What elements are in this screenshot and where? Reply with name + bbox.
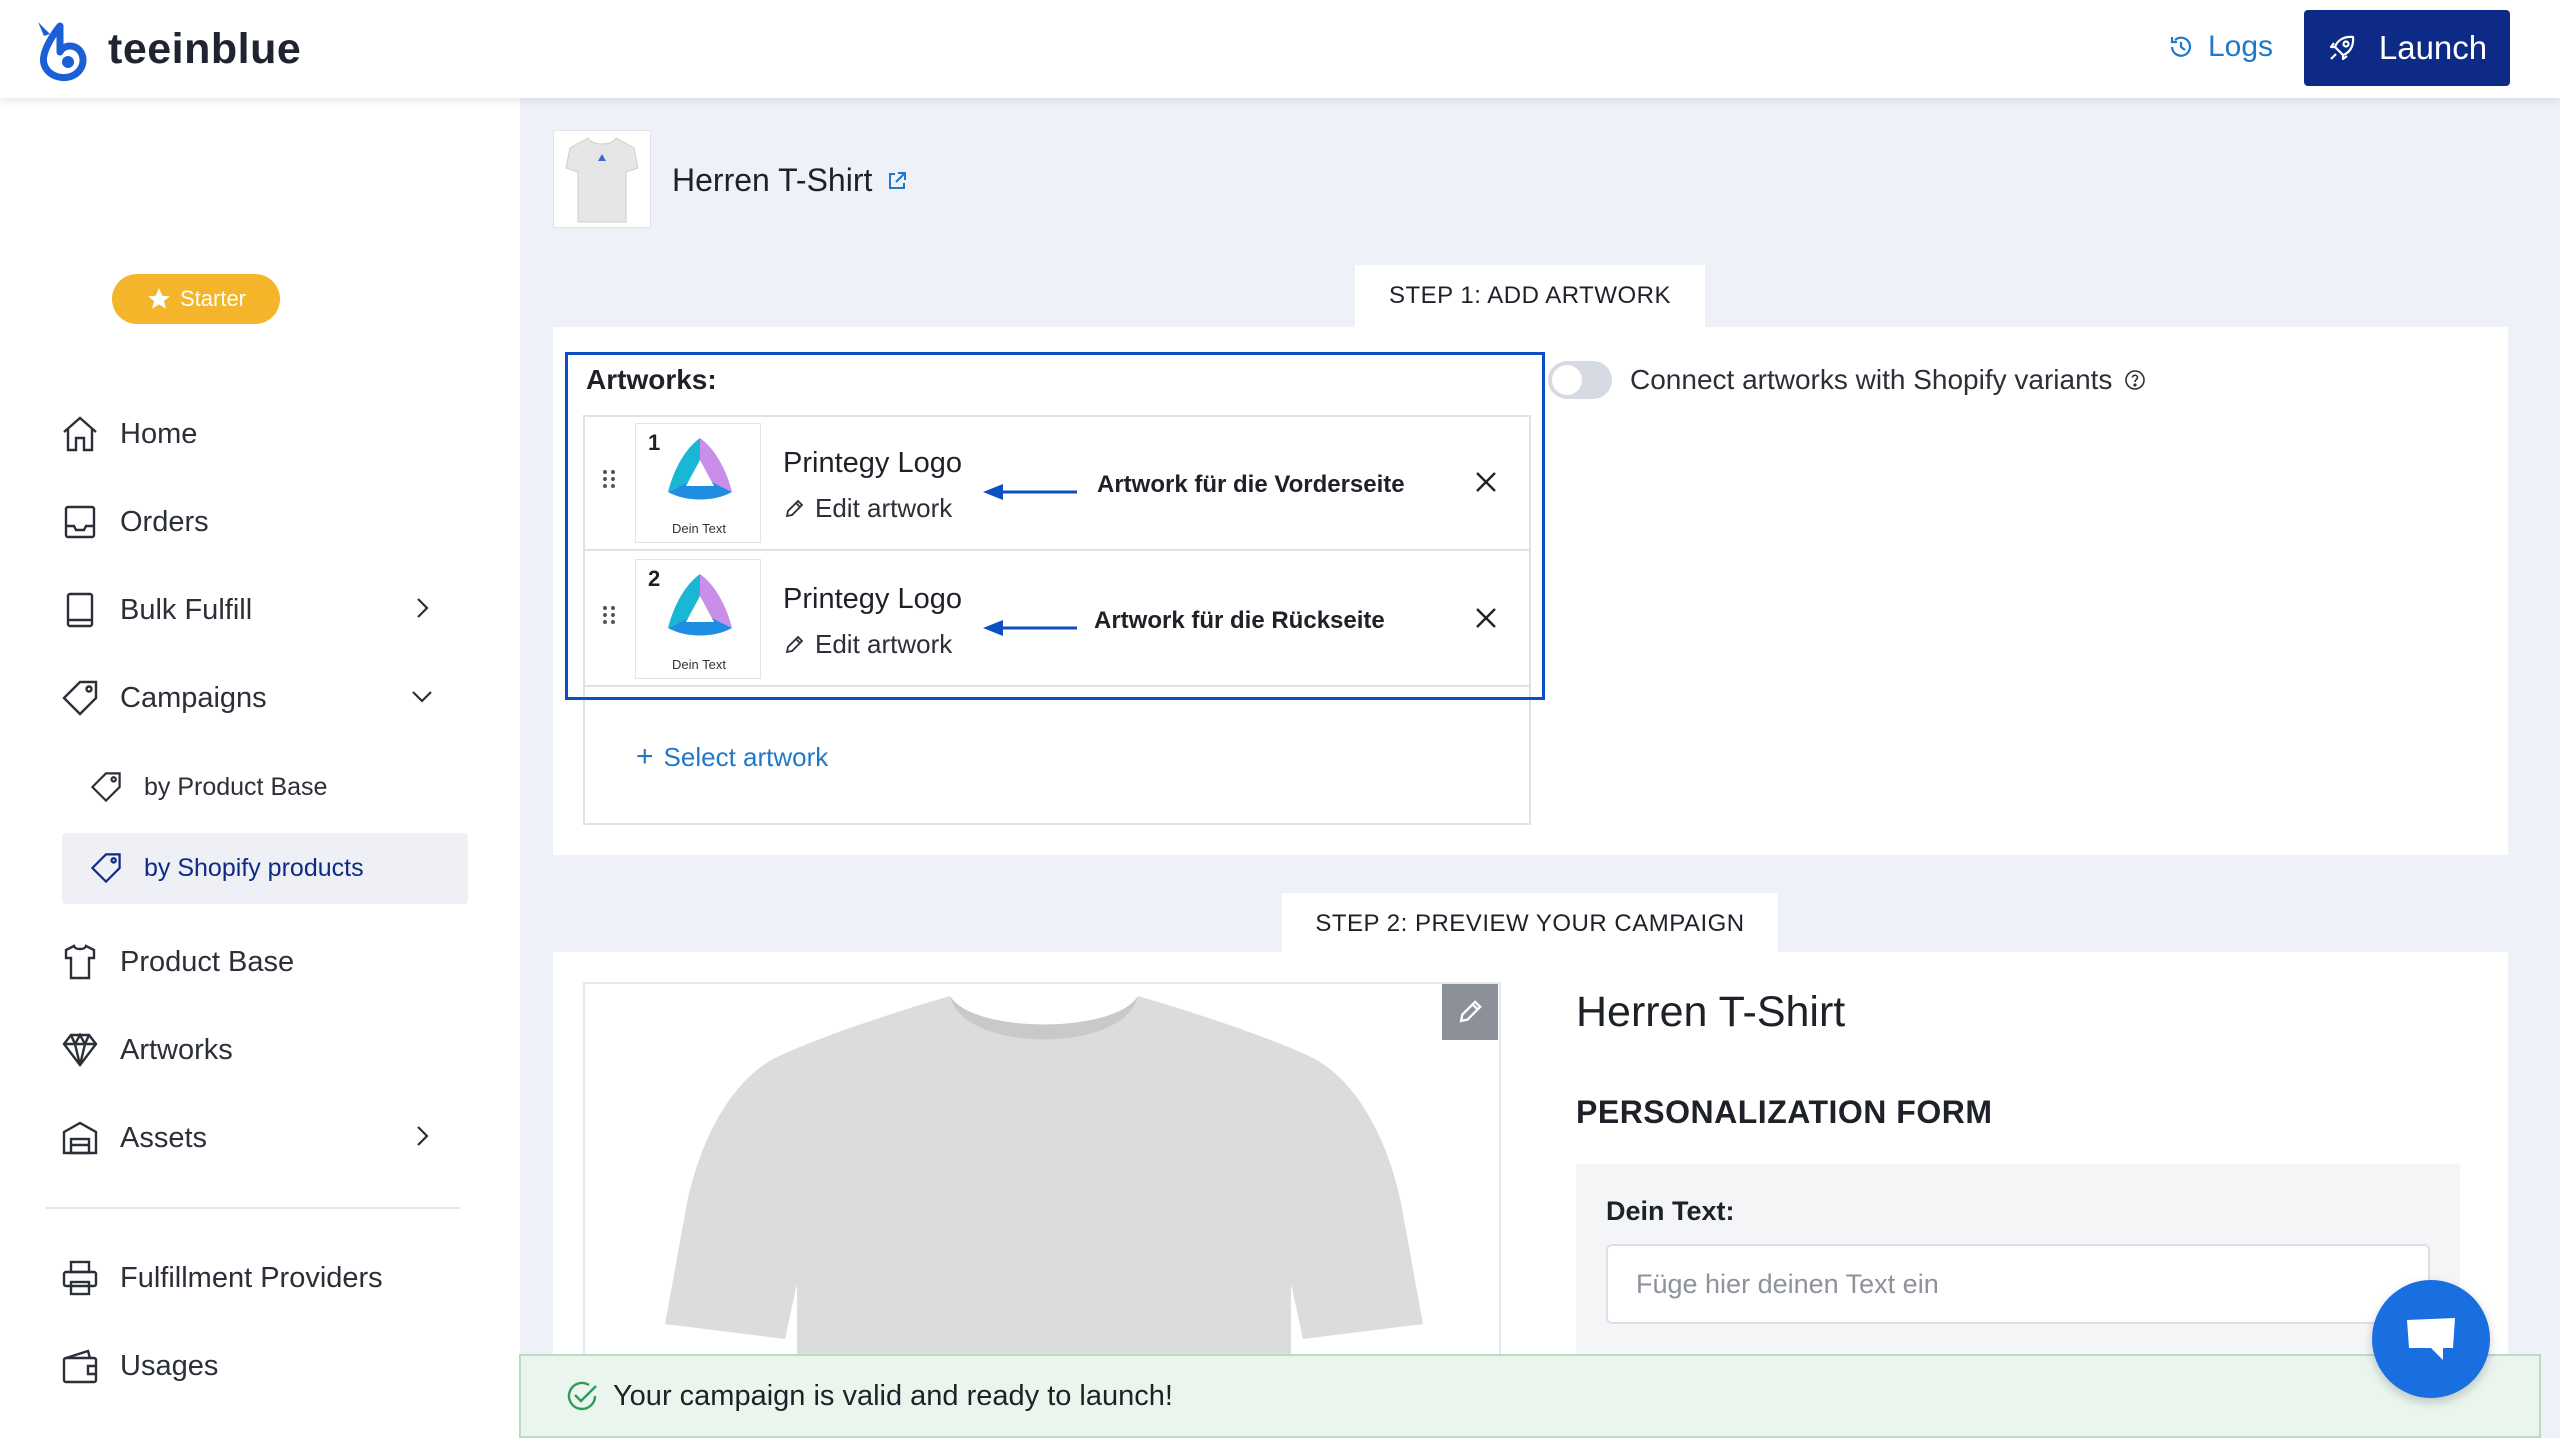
plan-badge-label: Starter xyxy=(179,286,247,311)
top-bar: teeinblue Logs Launch xyxy=(0,0,2560,98)
book-icon xyxy=(66,592,94,628)
shirt-icon xyxy=(64,944,96,980)
sidebar-item-bulk-fulfill[interactable]: Bulk Fulfill xyxy=(58,582,252,638)
product-thumbnail[interactable] xyxy=(553,130,651,228)
tag-icon xyxy=(62,680,98,716)
teeinblue-logo-icon xyxy=(38,22,87,82)
chevron-right-icon[interactable] xyxy=(408,1122,436,1150)
diamond-icon xyxy=(62,1032,98,1067)
sidebar-item-label: Usages xyxy=(120,1349,219,1382)
sidebar-item-label: Bulk Fulfill xyxy=(120,593,253,626)
connect-variants-text: Connect artworks with Shopify variants xyxy=(1630,364,2113,395)
wallet-icon xyxy=(62,1349,98,1384)
chat-support-button[interactable] xyxy=(2372,1280,2490,1398)
help-icon[interactable] xyxy=(2124,369,2146,391)
sidebar-item-fulfillment-providers[interactable]: Fulfillment Providers xyxy=(58,1250,383,1306)
select-artwork-label: Select artwork xyxy=(663,741,829,772)
artworks-label: Artworks: xyxy=(586,364,717,395)
sidebar-item-by-shopify-products[interactable]: by Shopify products xyxy=(86,843,364,893)
connect-variants-toggle[interactable] xyxy=(1548,361,1612,399)
sidebar-item-label: Fulfillment Providers xyxy=(120,1261,383,1294)
sidebar-item-label: Campaigns xyxy=(120,681,267,714)
warehouse-icon xyxy=(62,1121,98,1155)
preview-edit-button[interactable] xyxy=(1442,984,1498,1040)
dein-text-input[interactable] xyxy=(1606,1244,2430,1324)
step-1-tab: STEP 1: ADD ARTWORK xyxy=(1355,265,1705,327)
sidebar-item-assets[interactable]: Assets xyxy=(58,1110,207,1166)
sidebar-item-orders[interactable]: Orders xyxy=(58,494,209,550)
sidebar-item-label: by Product Base xyxy=(144,772,328,801)
sidebar-item-campaigns[interactable]: Campaigns xyxy=(58,670,267,726)
rocket-icon xyxy=(2329,35,2355,61)
sidebar-item-product-base[interactable]: Product Base xyxy=(58,934,294,990)
launch-label: Launch xyxy=(2378,29,2488,66)
step-2-label: STEP 2: PREVIEW YOUR CAMPAIGN xyxy=(1315,910,1745,937)
home-icon xyxy=(63,416,97,452)
tag-icon xyxy=(90,772,121,803)
plus-icon: + xyxy=(636,740,654,773)
tshirt-preview-image xyxy=(665,996,1423,1400)
product-title[interactable]: Herren T-Shirt xyxy=(672,162,908,199)
select-artwork-button[interactable]: + Select artwork xyxy=(636,740,828,774)
launch-button[interactable]: Launch xyxy=(2304,10,2510,86)
sidebar-item-label: Artworks xyxy=(120,1033,233,1066)
product-preview-image[interactable] xyxy=(583,982,1501,1402)
history-icon xyxy=(2170,36,2192,57)
star-icon xyxy=(148,288,170,309)
logs-label: Logs xyxy=(2208,30,2274,63)
chevron-right-icon[interactable] xyxy=(408,594,436,622)
connect-variants-label: Connect artworks with Shopify variants xyxy=(1630,364,2146,396)
sidebar-item-label: Product Base xyxy=(120,945,295,978)
preview-product-title: Herren T-Shirt xyxy=(1576,988,1846,1036)
product-title-text: Herren T-Shirt xyxy=(672,162,873,198)
campaign-status-bar: Your campaign is valid and ready to laun… xyxy=(519,1354,2541,1438)
dein-text-label: Dein Text: xyxy=(1606,1196,1735,1226)
chevron-down-icon[interactable] xyxy=(408,682,436,710)
pencil-icon xyxy=(1459,1000,1482,1023)
chat-icon xyxy=(2407,1318,2455,1360)
step-2-tab: STEP 2: PREVIEW YOUR CAMPAIGN xyxy=(1282,893,1778,955)
toggle-knob xyxy=(1552,365,1582,395)
sidebar-item-label: Orders xyxy=(120,505,209,538)
campaign-status-message: Your campaign is valid and ready to laun… xyxy=(613,1379,1173,1412)
printer-icon xyxy=(62,1260,98,1296)
external-link-icon[interactable] xyxy=(886,170,908,192)
app-logo[interactable]: teeinblue xyxy=(30,16,301,82)
sidebar-item-label: Assets xyxy=(120,1121,208,1154)
personalization-form-heading: PERSONALIZATION FORM xyxy=(1576,1094,1993,1130)
sidebar-item-label: by Shopify products xyxy=(144,853,364,882)
sidebar-item-by-product-base[interactable]: by Product Base xyxy=(86,762,327,812)
sidebar-item-usages[interactable]: Usages xyxy=(58,1338,218,1394)
sidebar-item-label: Home xyxy=(120,417,198,450)
app-name: teeinblue xyxy=(108,24,302,73)
sidebar-item-home[interactable]: Home xyxy=(58,406,197,462)
tshirt-thumbnail-image xyxy=(565,137,639,223)
inbox-icon xyxy=(64,505,96,539)
sidebar-item-artworks[interactable]: Artworks xyxy=(58,1022,233,1078)
annotation-highlight-box xyxy=(565,352,1545,700)
step-1-label: STEP 1: ADD ARTWORK xyxy=(1388,282,1672,309)
tag-icon xyxy=(90,853,121,884)
plan-badge[interactable]: Starter xyxy=(112,274,280,324)
check-circle-icon xyxy=(567,1381,597,1411)
sidebar-divider xyxy=(46,1207,460,1209)
logs-link[interactable]: Logs xyxy=(2168,30,2273,64)
